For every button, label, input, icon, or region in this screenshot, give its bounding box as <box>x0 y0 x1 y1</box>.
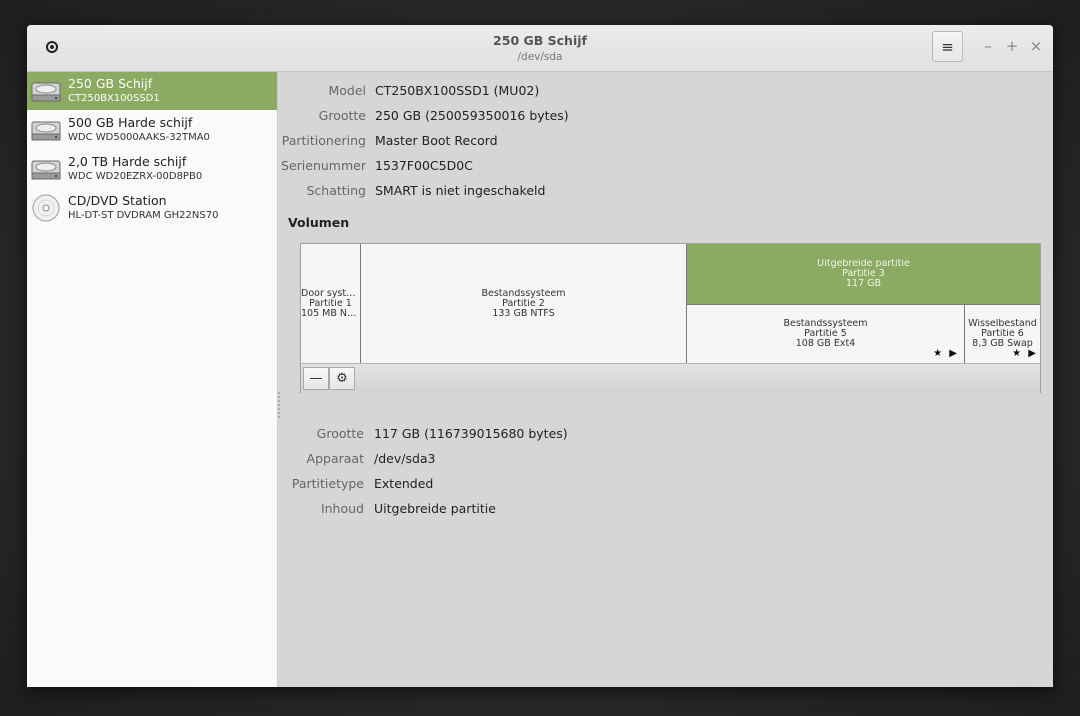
size-label: Grootte <box>318 108 366 123</box>
partitioning-value: Master Boot Record <box>375 133 498 148</box>
partitioning-label: Partitionering <box>281 133 366 148</box>
partition-2-type: Bestandssysteem <box>481 288 566 299</box>
title-bar: 250 GB Schijf /dev/sda ≡ – + × <box>27 25 1053 72</box>
partition-6-number: Partitie 6 <box>981 329 1024 339</box>
disks-window: 250 GB Schijf /dev/sda ≡ – + × 250 GB Sc… <box>27 25 1053 687</box>
gears-icon: ⚙ <box>336 371 348 386</box>
size-value: 250 GB (250059350016 bytes) <box>375 108 569 123</box>
partition-2[interactable]: Bestandssysteem Partitie 2 133 GB NTFS <box>361 244 687 363</box>
close-icon[interactable]: × <box>1029 37 1043 55</box>
contents-label: Inhoud <box>320 501 364 516</box>
star-play-icon: ★ ▶ <box>1012 348 1038 359</box>
hamburger-menu-icon: ≡ <box>941 37 954 56</box>
hard-disk-icon <box>31 160 61 180</box>
minus-icon: — <box>309 371 323 386</box>
partition-3-number: Partitie 3 <box>842 269 885 279</box>
drive-item-2tb[interactable]: 2,0 TB Harde schijf WDC WD20EZRX-00D8PB0 <box>27 150 277 188</box>
drive-model: WDC WD5000AAKS-32TMA0 <box>68 132 210 143</box>
partition-1-type: Door syste… <box>301 288 360 299</box>
assessment-label: Schatting <box>306 183 366 198</box>
drive-name: 500 GB Harde schijf <box>68 115 193 130</box>
pane-resize-handle[interactable] <box>278 392 282 418</box>
model-label: Model <box>328 83 366 98</box>
hard-disk-icon <box>31 82 61 102</box>
delete-partition-button[interactable]: — <box>303 367 329 390</box>
volume-size-value: 117 GB (116739015680 bytes) <box>374 426 568 441</box>
volume-toolbar: — ⚙ <box>301 363 1040 393</box>
drive-item-cd-dvd[interactable]: CD/DVD Station HL-DT-ST DVDRAM GH22NS70 <box>27 189 277 227</box>
model-value: CT250BX100SSD1 (MU02) <box>375 83 540 98</box>
partition-settings-button[interactable]: ⚙ <box>329 367 355 390</box>
serial-value: 1537F00C5D0C <box>375 158 473 173</box>
device-value: /dev/sda3 <box>374 451 436 466</box>
minimize-icon[interactable]: – <box>981 37 995 55</box>
volumes-heading: Volumen <box>288 215 350 230</box>
drive-list: 250 GB Schijf CT250BX100SSD1 500 GB Hard… <box>27 72 278 687</box>
partition-5[interactable]: Bestandssysteem Partitie 5 108 GB Ext4 ★… <box>687 304 965 363</box>
partition-1[interactable]: Door syste… Partitie 1 105 MB NT… <box>301 244 361 363</box>
drive-model: WDC WD20EZRX-00D8PB0 <box>68 171 203 182</box>
device-label: Apparaat <box>306 451 364 466</box>
assessment-value: SMART is niet ingeschakeld <box>375 183 546 198</box>
partition-1-size: 105 MB NT… <box>301 308 360 319</box>
drive-model: CT250BX100SSD1 <box>68 93 160 104</box>
star-play-icon: ★ ▶ <box>933 348 959 359</box>
partition-5-number: Partitie 5 <box>804 329 847 339</box>
drive-item-500gb[interactable]: 500 GB Harde schijf WDC WD5000AAKS-32TMA… <box>27 111 277 149</box>
maximize-icon[interactable]: + <box>1005 37 1019 55</box>
contents-value: Uitgebreide partitie <box>374 501 496 516</box>
volume-size-label: Grootte <box>316 426 364 441</box>
menu-button[interactable]: ≡ <box>932 31 963 62</box>
window-title: 250 GB Schijf <box>493 33 587 48</box>
hard-disk-icon <box>31 121 61 141</box>
drive-name: CD/DVD Station <box>68 193 167 208</box>
partition-5-type: Bestandssysteem <box>783 319 868 329</box>
drive-name: 2,0 TB Harde schijf <box>68 154 187 169</box>
partition-2-number: Partitie 2 <box>502 298 545 309</box>
partition-3-size: 117 GB <box>845 279 882 289</box>
volume-map: Door syste… Partitie 1 105 MB NT… Bestan… <box>300 243 1041 393</box>
optical-disc-icon <box>32 194 60 222</box>
partition-1-number: Partitie 1 <box>309 298 352 309</box>
disk-details: Model CT250BX100SSD1 (MU02) Grootte 250 … <box>278 72 1053 687</box>
serial-label: Serienummer <box>281 158 366 173</box>
partition-5-size: 108 GB Ext4 <box>795 339 856 349</box>
partition-6[interactable]: Wisselbestand Partitie 6 8,3 GB Swap ★ ▶ <box>965 304 1040 363</box>
drive-name: 250 GB Schijf <box>68 76 153 91</box>
window-subtitle: /dev/sda <box>517 51 563 63</box>
partition-3-type: Uitgebreide partitie <box>817 259 910 269</box>
partition-2-size: 133 GB NTFS <box>492 308 555 319</box>
drive-item-250gb[interactable]: 250 GB Schijf CT250BX100SSD1 <box>27 72 277 110</box>
partition-type-label: Partitietype <box>291 476 364 491</box>
partition-6-type: Wisselbestand <box>968 319 1037 329</box>
partition-3-extended[interactable]: Uitgebreide partitie Partitie 3 117 GB <box>687 244 1040 304</box>
partition-type-value: Extended <box>374 476 434 491</box>
drive-model: HL-DT-ST DVDRAM GH22NS70 <box>68 210 219 221</box>
